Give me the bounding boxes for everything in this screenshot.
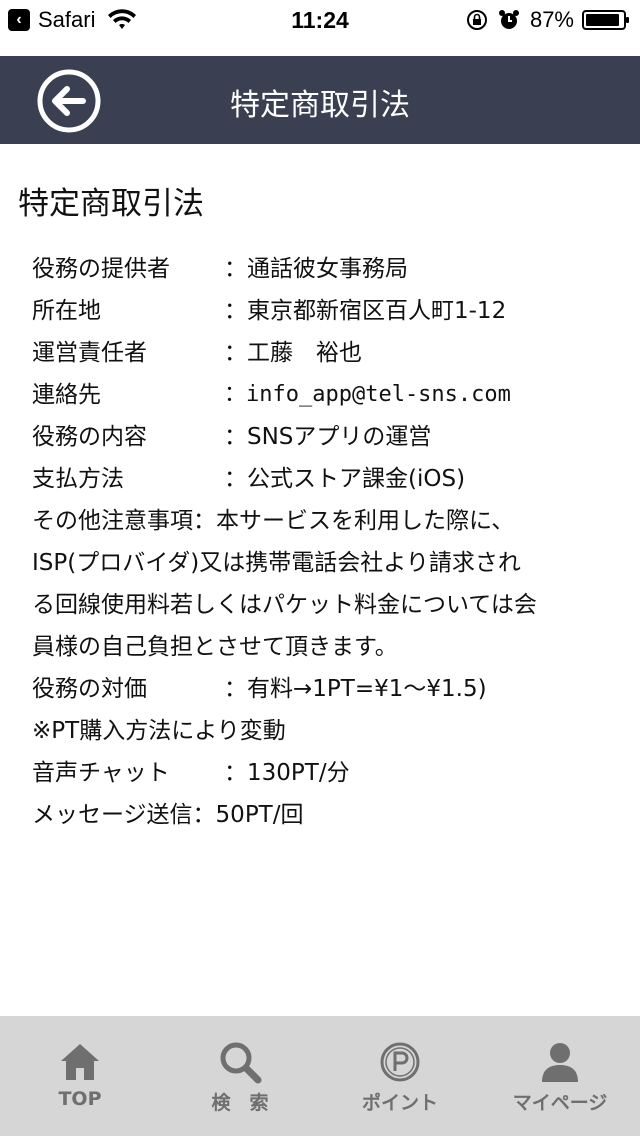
- tab-label: マイページ: [512, 1092, 608, 1114]
- info-row-notes: その他注意事項 ：本サービスを利用した際に、: [32, 500, 622, 542]
- info-label: その他注意事項: [32, 508, 193, 534]
- tab-label: ポイント: [361, 1092, 438, 1114]
- info-label: 役務の提供者: [32, 256, 170, 282]
- tab-label: 検 索: [211, 1092, 269, 1114]
- tab-label: TOP: [58, 1088, 102, 1110]
- search-icon: [220, 1042, 262, 1084]
- info-list: 役務の提供者 ：通話彼女事務局 所在地 ：東京都新宿区百人町1-12 運営責任者…: [32, 248, 622, 836]
- status-bar: ‹ Safari 11:24 87%: [0, 0, 640, 40]
- info-row-address: 所在地 ：東京都新宿区百人町1-12: [32, 290, 622, 332]
- battery-percent: 87%: [529, 7, 574, 32]
- info-label: 所在地: [32, 298, 101, 324]
- info-row-price: 役務の対価 ：有料→1PT=¥1〜¥1.5): [32, 668, 622, 710]
- info-value: ：SNSアプリの運営: [224, 424, 432, 450]
- point-icon: [380, 1042, 420, 1082]
- tab-mypage[interactable]: マイページ: [480, 1016, 640, 1136]
- tab-bar: TOP 検 索 ポイント マイページ: [0, 1016, 640, 1136]
- info-row-contact: 連絡先 ：info_app@tel-sns.com: [32, 374, 622, 416]
- rotation-lock-icon: [466, 10, 487, 30]
- price-note: ※PT購入方法により変動: [32, 718, 286, 744]
- home-icon: [61, 1044, 99, 1080]
- tab-search[interactable]: 検 索: [160, 1016, 320, 1136]
- tab-point[interactable]: ポイント: [320, 1016, 480, 1136]
- info-row-provider: 役務の提供者 ：通話彼女事務局: [32, 248, 622, 290]
- info-label: メッセージ送信: [32, 802, 193, 828]
- info-label: 運営責任者: [32, 340, 147, 366]
- contact-email-link[interactable]: ：info_app@tel-sns.com: [224, 374, 511, 416]
- info-label: 支払方法: [32, 466, 124, 492]
- info-row-payment: 支払方法 ：公式ストア課金(iOS): [32, 458, 622, 500]
- nav-bar: 特定商取引法: [0, 56, 640, 144]
- battery-icon: [582, 10, 629, 30]
- info-label: 役務の対価: [32, 676, 147, 702]
- notes-text-line: ISP(プロバイダ)又は携帯電話会社より請求され: [32, 550, 521, 576]
- person-icon: [542, 1043, 578, 1082]
- info-row-message: メッセージ送信 ：50PT/回: [32, 794, 622, 836]
- nav-title: 特定商取引法: [230, 88, 410, 123]
- info-value: ：130PT/分: [224, 760, 350, 786]
- tab-top[interactable]: TOP: [0, 1016, 160, 1136]
- info-value: ：通話彼女事務局: [224, 256, 408, 282]
- info-value: ：有料→1PT=¥1〜¥1.5): [224, 676, 487, 702]
- info-value: ：工藤 裕也: [224, 340, 362, 366]
- info-label: 連絡先: [32, 382, 101, 408]
- info-row-manager: 運営責任者 ：工藤 裕也: [32, 332, 622, 374]
- info-value: ：本サービスを利用した際に、: [193, 508, 515, 534]
- info-label: 音声チャット: [32, 760, 170, 786]
- info-label: 役務の内容: [32, 424, 147, 450]
- alarm-icon: [498, 10, 519, 29]
- page-title: 特定商取引法: [18, 186, 204, 222]
- info-value: ：東京都新宿区百人町1-12: [224, 298, 507, 324]
- notes-text-line: る回線使用料若しくはパケット料金については会: [32, 592, 537, 618]
- info-value: ：公式ストア課金(iOS): [224, 466, 466, 492]
- info-row-voice: 音声チャット ：130PT/分: [32, 752, 622, 794]
- notes-text-line: 員様の自己負担とさせて頂きます。: [32, 634, 398, 660]
- info-row-service: 役務の内容 ：SNSアプリの運営: [32, 416, 622, 458]
- info-value: ：50PT/回: [192, 802, 304, 828]
- content-area: 特定商取引法 役務の提供者 ：通話彼女事務局 所在地 ：東京都新宿区百人町1-1…: [0, 144, 640, 1016]
